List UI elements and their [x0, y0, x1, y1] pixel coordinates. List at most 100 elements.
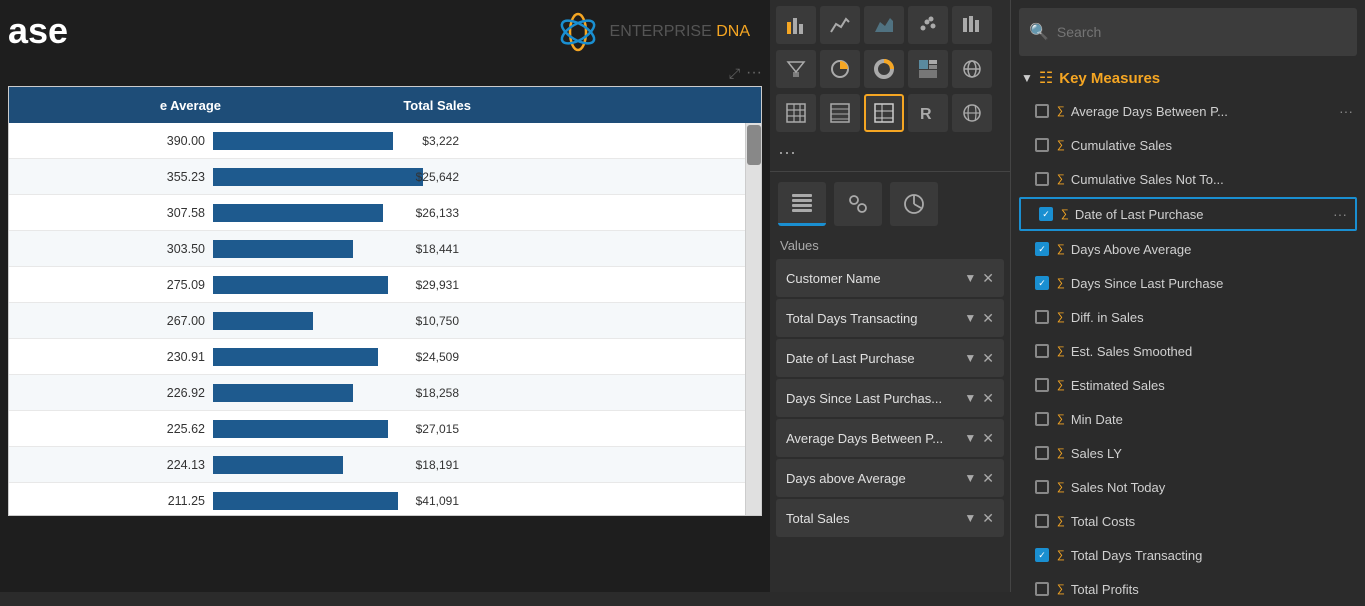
- search-input[interactable]: [1057, 24, 1347, 40]
- measure-checkbox[interactable]: [1035, 412, 1049, 426]
- measure-label: Average Days Between P...: [1071, 104, 1228, 119]
- icon-treemap[interactable]: [908, 50, 948, 88]
- measure-item[interactable]: ∑Days Above Average: [1011, 232, 1365, 266]
- cell-value: $24,509: [416, 350, 459, 364]
- right-panel: R ··· Values Customer Name▼✕Total Days T…: [770, 0, 1365, 592]
- measure-calc-icon: ∑: [1057, 277, 1065, 289]
- analytics-icon[interactable]: [890, 182, 938, 226]
- icon-globe[interactable]: [952, 50, 992, 88]
- field-item[interactable]: Date of Last Purchase▼✕: [776, 339, 1004, 377]
- measure-calc-icon: ∑: [1057, 105, 1065, 117]
- middle-section: R ··· Values Customer Name▼✕Total Days T…: [770, 0, 1010, 592]
- field-item[interactable]: Average Days Between P...▼✕: [776, 419, 1004, 457]
- measure-dots-menu[interactable]: ···: [1339, 103, 1353, 119]
- measure-label: Total Profits: [1071, 582, 1139, 597]
- measure-item[interactable]: ∑Total Profits: [1011, 572, 1365, 606]
- field-dropdown-arrow[interactable]: ▼: [964, 311, 976, 325]
- measure-checkbox[interactable]: [1035, 378, 1049, 392]
- measure-checkbox[interactable]: [1039, 207, 1053, 221]
- format-icon[interactable]: [834, 182, 882, 226]
- more-icons-dots[interactable]: ···: [770, 138, 1010, 167]
- bar-dark: [213, 420, 388, 438]
- cell-value: $25,642: [416, 170, 459, 184]
- icon-gauge[interactable]: [952, 6, 992, 44]
- icon-web[interactable]: [952, 94, 992, 132]
- key-measures-header: ▼ ☷ Key Measures: [1011, 62, 1365, 94]
- fields-list: Customer Name▼✕Total Days Transacting▼✕D…: [770, 257, 1010, 539]
- measure-item[interactable]: ∑Cumulative Sales: [1011, 128, 1365, 162]
- resize-icon[interactable]: ⤢: [729, 65, 740, 82]
- field-remove-btn[interactable]: ✕: [982, 350, 994, 367]
- icon-r-script[interactable]: R: [908, 94, 948, 132]
- measure-dots-menu[interactable]: ···: [1333, 206, 1347, 222]
- measure-checkbox[interactable]: [1035, 104, 1049, 118]
- measure-checkbox[interactable]: [1035, 242, 1049, 256]
- field-text: Days Since Last Purchas...: [786, 391, 960, 406]
- measure-item[interactable]: ∑Diff. in Sales: [1011, 300, 1365, 334]
- icon-list[interactable]: [820, 94, 860, 132]
- search-bar[interactable]: 🔍: [1019, 8, 1357, 56]
- field-item[interactable]: Total Days Transacting ▼ ✕: [776, 299, 1004, 337]
- cell-bar: $18,191: [213, 451, 463, 479]
- field-dropdown-arrow[interactable]: ▼: [964, 471, 976, 485]
- measure-checkbox[interactable]: [1035, 446, 1049, 460]
- chart-dots-menu[interactable]: ···: [746, 64, 762, 82]
- icon-table-grid[interactable]: [776, 94, 816, 132]
- field-remove-btn[interactable]: ✕: [982, 470, 994, 487]
- scrollbar[interactable]: [745, 123, 761, 516]
- icon-scatter[interactable]: [908, 6, 948, 44]
- cell-average: 275.09: [9, 278, 213, 292]
- cell-value: $26,133: [416, 206, 459, 220]
- collapse-icon[interactable]: ▼: [1021, 71, 1033, 85]
- icon-line-chart[interactable]: [820, 6, 860, 44]
- measure-item[interactable]: ∑Min Date: [1011, 402, 1365, 436]
- field-item[interactable]: Days Since Last Purchas... ▼ ✕: [776, 379, 1004, 417]
- measure-item[interactable]: ∑Est. Sales Smoothed: [1011, 334, 1365, 368]
- measure-item[interactable]: ∑Days Since Last Purchase: [1011, 266, 1365, 300]
- field-dropdown-arrow[interactable]: ▼: [964, 271, 976, 285]
- icon-bar-chart[interactable]: [776, 6, 816, 44]
- fields-icon[interactable]: [778, 182, 826, 226]
- measure-checkbox[interactable]: [1035, 310, 1049, 324]
- measure-label: Est. Sales Smoothed: [1071, 344, 1192, 359]
- measure-item[interactable]: ∑Total Days Transacting: [1011, 538, 1365, 572]
- icon-funnel[interactable]: [776, 50, 816, 88]
- measure-checkbox[interactable]: [1035, 582, 1049, 596]
- field-remove-btn[interactable]: ✕: [982, 510, 994, 527]
- measure-item[interactable]: ∑ Average Days Between P... ···: [1011, 94, 1365, 128]
- measure-label: Estimated Sales: [1071, 378, 1165, 393]
- field-item[interactable]: Customer Name▼✕: [776, 259, 1004, 297]
- bar-dark: [213, 132, 393, 150]
- cell-value: $18,441: [416, 242, 459, 256]
- icon-pie[interactable]: [820, 50, 860, 88]
- field-dropdown-arrow[interactable]: ▼: [964, 351, 976, 365]
- measure-item[interactable]: ∑Estimated Sales: [1011, 368, 1365, 402]
- field-item[interactable]: Days above Average▼✕: [776, 459, 1004, 497]
- measure-checkbox[interactable]: [1035, 548, 1049, 562]
- field-dropdown-arrow[interactable]: ▼: [964, 511, 976, 525]
- field-dropdown-arrow[interactable]: ▼: [964, 391, 976, 405]
- measure-item[interactable]: ∑Total Costs: [1011, 504, 1365, 538]
- measure-checkbox[interactable]: [1035, 344, 1049, 358]
- field-item[interactable]: Total Sales▼✕: [776, 499, 1004, 537]
- field-remove-btn[interactable]: ✕: [982, 270, 994, 287]
- measure-checkbox[interactable]: [1035, 138, 1049, 152]
- measure-checkbox[interactable]: [1035, 276, 1049, 290]
- measure-item[interactable]: ∑Cumulative Sales Not To...: [1011, 162, 1365, 196]
- icon-matrix[interactable]: [864, 94, 904, 132]
- measure-checkbox[interactable]: [1035, 480, 1049, 494]
- scroll-thumb[interactable]: [747, 125, 761, 165]
- cell-value: $18,191: [416, 458, 459, 472]
- icon-area-chart[interactable]: [864, 6, 904, 44]
- field-text: Total Days Transacting: [786, 311, 960, 326]
- measure-item[interactable]: ∑Sales LY: [1011, 436, 1365, 470]
- measure-checkbox[interactable]: [1035, 172, 1049, 186]
- field-remove-btn[interactable]: ✕: [982, 390, 994, 407]
- field-remove-btn[interactable]: ✕: [982, 430, 994, 447]
- icon-donut[interactable]: [864, 50, 904, 88]
- measure-item[interactable]: ∑Date of Last Purchase···: [1019, 197, 1357, 231]
- field-dropdown-arrow[interactable]: ▼: [964, 431, 976, 445]
- field-remove-btn[interactable]: ✕: [982, 310, 994, 327]
- measure-checkbox[interactable]: [1035, 514, 1049, 528]
- measure-item[interactable]: ∑Sales Not Today: [1011, 470, 1365, 504]
